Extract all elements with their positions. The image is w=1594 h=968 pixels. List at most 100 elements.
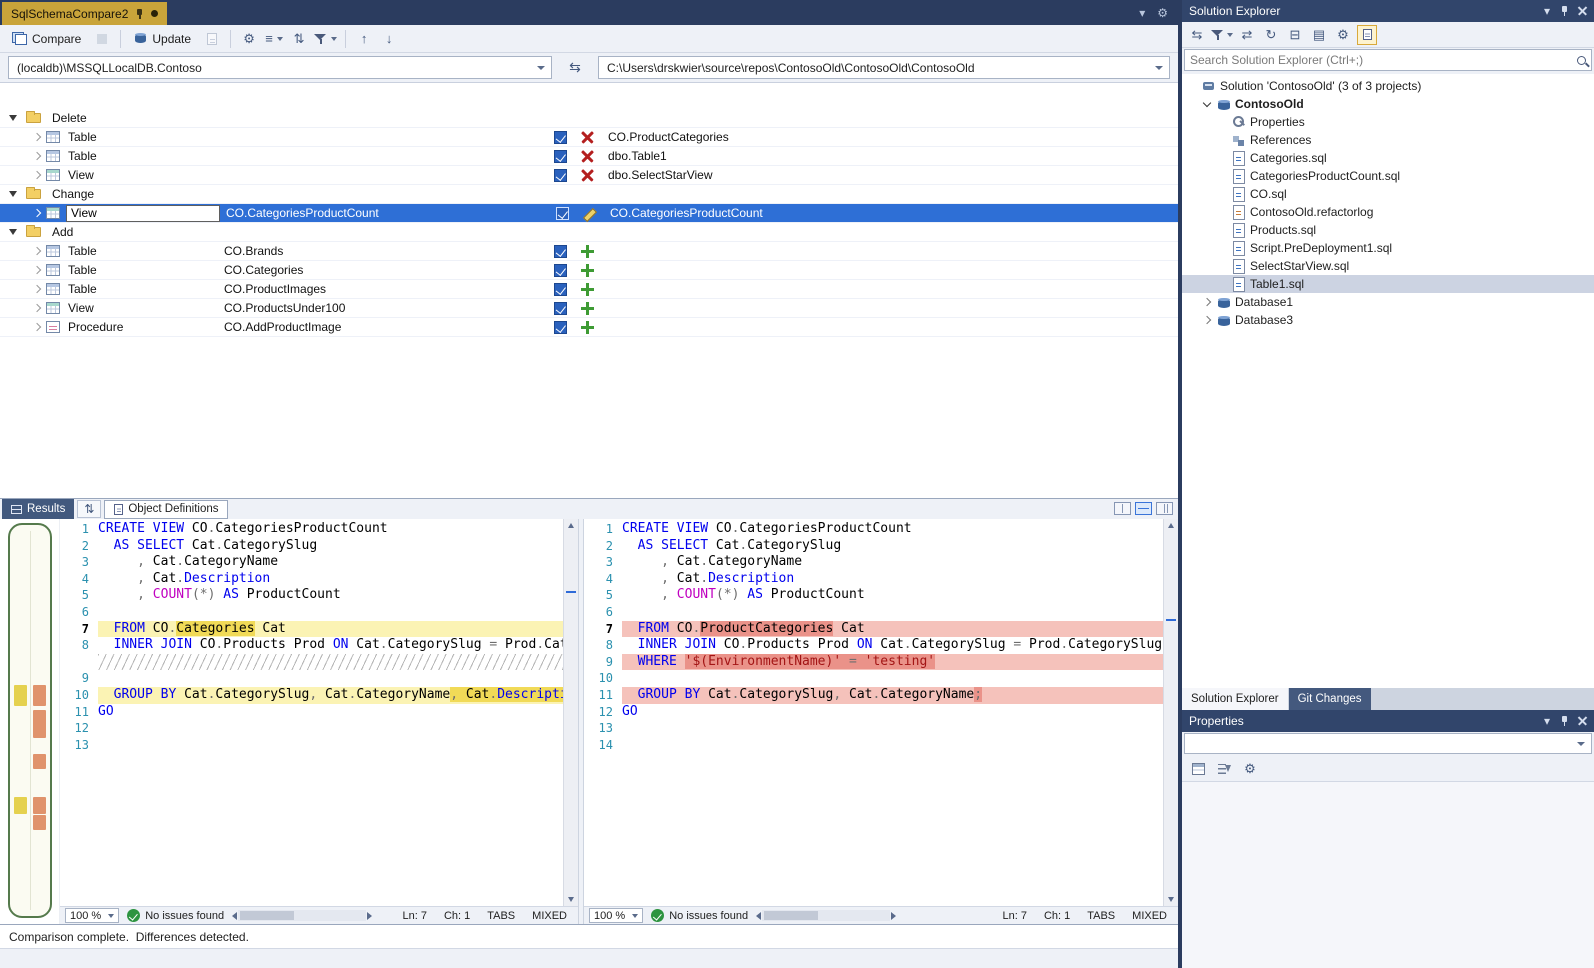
compare-row[interactable]: Tabledbo.Table1 — [0, 147, 1178, 166]
view-filter-icon[interactable]: ≡ — [264, 29, 284, 49]
diff-overview-capsule[interactable] — [8, 523, 52, 918]
tree-item[interactable]: ContosoOld.refactorlog — [1182, 203, 1594, 221]
compare-row[interactable]: ViewCO.CategoriesProductCountCO.Categori… — [0, 204, 1178, 223]
layout-split-vertical-icon[interactable] — [1135, 502, 1152, 515]
object-definitions-tab[interactable]: Object Definitions — [104, 500, 228, 519]
tree-item[interactable]: Script.PreDeployment1.sql — [1182, 239, 1594, 257]
alphabetical-sort-icon[interactable] — [1214, 759, 1234, 779]
include-checkbox[interactable] — [548, 283, 572, 296]
group-expanded-chevron-icon[interactable] — [0, 191, 26, 197]
compare-row[interactable]: ViewCO.ProductsUnder100 — [0, 299, 1178, 318]
categorized-icon[interactable] — [1188, 759, 1208, 779]
scroll-thumb[interactable] — [240, 911, 294, 920]
tree-item[interactable]: SelectStarView.sql — [1182, 257, 1594, 275]
compare-group-row[interactable]: Add — [0, 223, 1178, 242]
refresh-icon[interactable]: ↻ — [1261, 25, 1281, 45]
sort-results-icon[interactable]: ⇅ — [289, 29, 309, 49]
include-checkbox[interactable] — [548, 131, 572, 144]
include-checkbox[interactable] — [550, 207, 574, 220]
tree-item[interactable]: ContosoOld — [1182, 95, 1594, 113]
tree-item[interactable]: CO.sql — [1182, 185, 1594, 203]
results-tab[interactable]: Results — [2, 499, 74, 519]
tree-item[interactable]: References — [1182, 131, 1594, 149]
scroll-right-icon[interactable] — [367, 912, 372, 920]
compare-row[interactable]: TableCO.ProductImages — [0, 280, 1178, 299]
compare-row[interactable]: TableCO.Categories — [0, 261, 1178, 280]
row-chevron-icon[interactable] — [0, 248, 46, 254]
tree-item[interactable]: Products.sql — [1182, 221, 1594, 239]
row-chevron-icon[interactable] — [0, 267, 46, 273]
compare-row[interactable]: TableCO.Brands — [0, 242, 1178, 261]
search-icon[interactable] — [1577, 56, 1586, 65]
pin-icon[interactable] — [1560, 6, 1568, 17]
row-chevron-icon[interactable] — [0, 210, 46, 216]
horizontal-scrollbar[interactable] — [232, 909, 372, 922]
source-combo[interactable]: (localdb)\MSSQLLocalDB.Contoso — [8, 56, 552, 79]
pin-icon[interactable] — [135, 8, 144, 20]
tree-item[interactable]: Solution 'ContosoOld' (3 of 3 projects) — [1182, 77, 1594, 95]
update-button[interactable]: Update — [129, 30, 197, 48]
options-gear-icon[interactable]: ⚙ — [239, 29, 259, 49]
tab-git-changes[interactable]: Git Changes — [1289, 688, 1371, 710]
diff-overview[interactable] — [0, 519, 60, 924]
scroll-left-icon[interactable] — [756, 912, 761, 920]
swap-source-target-button[interactable]: ⇆ — [560, 56, 590, 80]
scroll-thumb[interactable] — [764, 911, 818, 920]
tree-item[interactable]: CategoriesProductCount.sql — [1182, 167, 1594, 185]
window-menu-chevron-icon[interactable]: ▾ — [1544, 4, 1550, 18]
sort-toggle-icon[interactable]: ⇅ — [77, 500, 101, 518]
scroll-left-icon[interactable] — [232, 912, 237, 920]
zoom-select[interactable]: 100 % — [589, 908, 643, 923]
include-checkbox[interactable] — [548, 245, 572, 258]
schema-compare-tab[interactable]: SqlSchemaCompare2 — [2, 2, 167, 25]
target-combo[interactable]: C:\Users\drskwier\source\repos\ContosoOl… — [598, 56, 1170, 79]
properties-gear-icon[interactable]: ⚙ — [1333, 25, 1353, 45]
close-icon[interactable] — [1578, 7, 1587, 16]
property-pages-gear-icon[interactable]: ⚙ — [1240, 759, 1260, 779]
sync-active-document-icon[interactable]: ⇄ — [1237, 25, 1257, 45]
close-icon[interactable] — [1578, 717, 1587, 726]
tree-item[interactable]: Properties — [1182, 113, 1594, 131]
compare-row[interactable]: Viewdbo.SelectStarView — [0, 166, 1178, 185]
target-scrollbar[interactable] — [1163, 519, 1178, 906]
tree-item[interactable]: Database3 — [1182, 311, 1594, 329]
group-expanded-chevron-icon[interactable] — [0, 115, 26, 121]
target-code[interactable]: 1CREATE VIEW CO.CategoriesProductCount2 … — [584, 519, 1163, 906]
row-chevron-icon[interactable] — [0, 305, 46, 311]
window-menu-chevron-icon[interactable]: ▾ — [1544, 714, 1550, 728]
filter-funnel-icon[interactable] — [314, 29, 337, 49]
row-chevron-icon[interactable] — [0, 324, 46, 330]
properties-object-combo[interactable] — [1184, 733, 1592, 754]
row-chevron-icon[interactable] — [0, 134, 46, 140]
tree-expander-icon[interactable] — [1201, 98, 1213, 110]
previous-difference-icon[interactable]: ↑ — [354, 29, 374, 49]
compare-group-row[interactable]: Change — [0, 185, 1178, 204]
search-box[interactable] — [1184, 49, 1592, 71]
include-checkbox[interactable] — [548, 321, 572, 334]
scroll-right-icon[interactable] — [891, 912, 896, 920]
include-checkbox[interactable] — [548, 264, 572, 277]
tree-expander-icon[interactable] — [1201, 314, 1213, 326]
search-input[interactable] — [1190, 53, 1573, 67]
compare-group-row[interactable]: Delete — [0, 109, 1178, 128]
generate-script-icon[interactable] — [202, 29, 222, 49]
include-checkbox[interactable] — [548, 150, 572, 163]
row-chevron-icon[interactable] — [0, 286, 46, 292]
row-chevron-icon[interactable] — [0, 172, 46, 178]
preview-selected-items-icon[interactable] — [1357, 25, 1377, 45]
tab-list-chevron-icon[interactable]: ▾ — [1139, 6, 1145, 20]
group-expanded-chevron-icon[interactable] — [0, 229, 26, 235]
tabstrip-gear-icon[interactable]: ⚙ — [1157, 6, 1168, 20]
tree-item[interactable]: Database1 — [1182, 293, 1594, 311]
include-checkbox[interactable] — [548, 169, 572, 182]
compare-row[interactable]: TableCO.ProductCategories — [0, 128, 1178, 147]
tab-solution-explorer[interactable]: Solution Explorer — [1182, 688, 1288, 710]
next-difference-icon[interactable]: ↓ — [379, 29, 399, 49]
source-code[interactable]: 1CREATE VIEW CO.CategoriesProductCount2 … — [60, 519, 563, 906]
row-chevron-icon[interactable] — [0, 153, 46, 159]
source-scrollbar[interactable] — [563, 519, 578, 906]
compare-row[interactable]: ProcedureCO.AddProductImage — [0, 318, 1178, 337]
tree-item[interactable]: Table1.sql — [1182, 275, 1594, 293]
stop-icon[interactable] — [92, 29, 112, 49]
tree-expander-icon[interactable] — [1201, 296, 1213, 308]
